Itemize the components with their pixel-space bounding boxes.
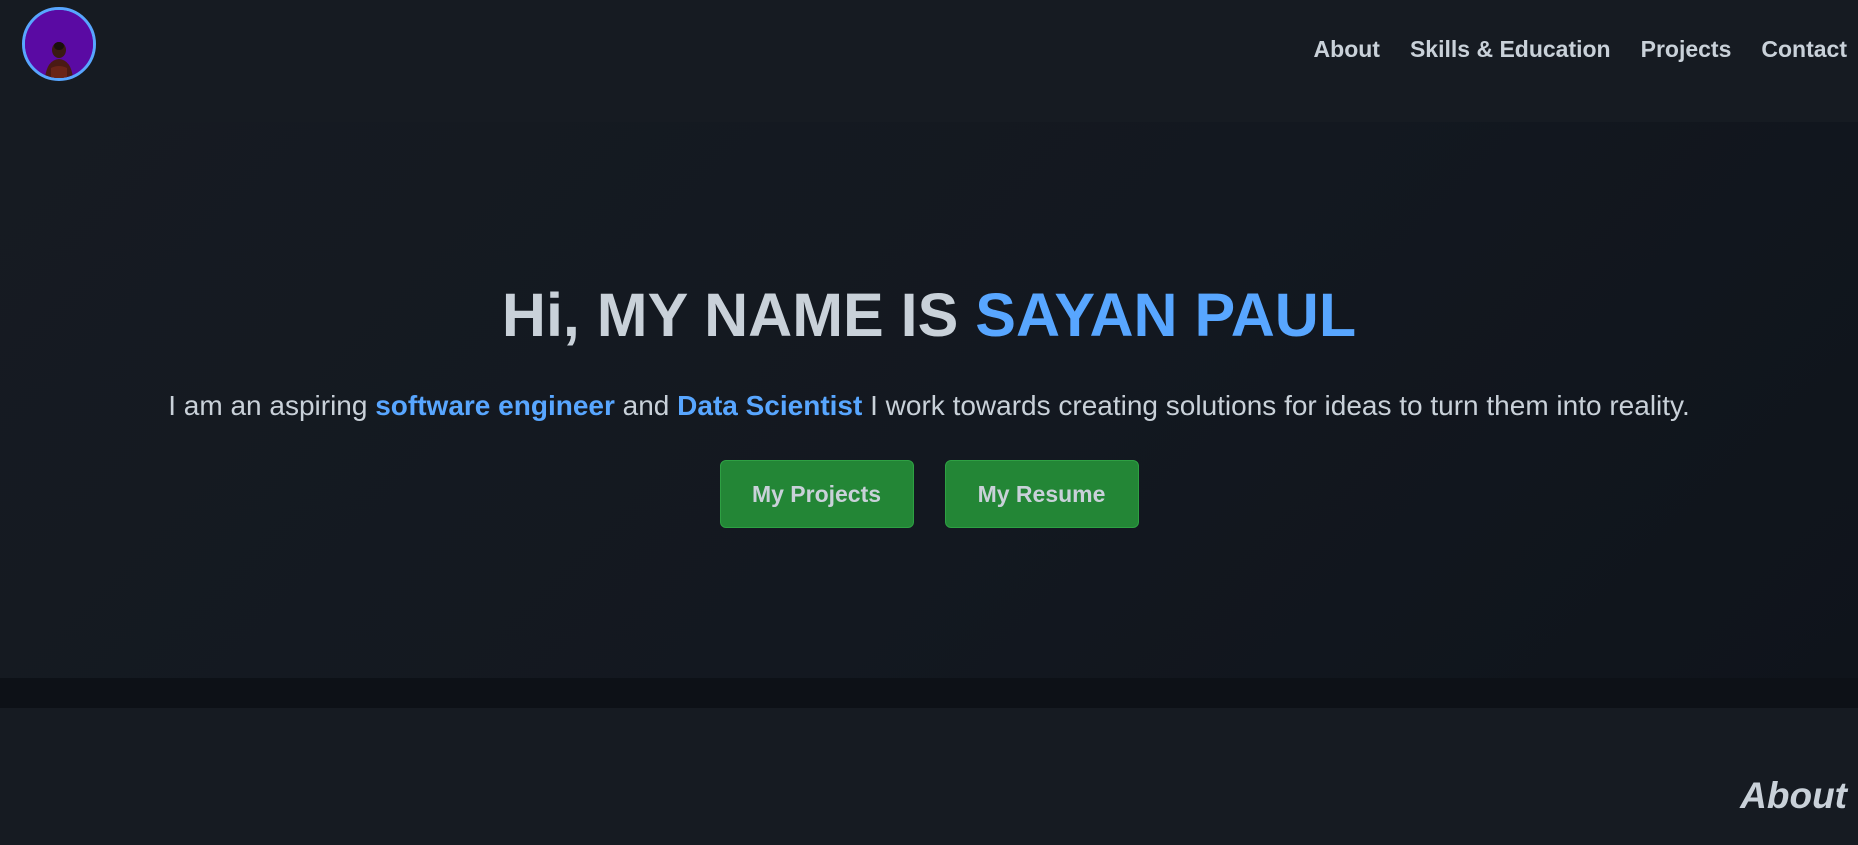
hero-title-prefix: Hi, MY NAME IS: [501, 281, 976, 349]
profile-photo-icon: [25, 10, 93, 78]
my-projects-button[interactable]: My Projects: [719, 460, 914, 528]
hero-title: Hi, MY NAME IS SAYAN PAUL: [0, 285, 1858, 346]
subtitle-part-3: I work towards creating solutions for id…: [862, 390, 1690, 421]
subtitle-part-2: and: [614, 390, 678, 421]
hero-section: Hi, MY NAME IS SAYAN PAUL I am an aspiri…: [0, 122, 1858, 678]
hero-title-name: SAYAN PAUL: [975, 281, 1357, 349]
my-resume-button[interactable]: My Resume: [944, 460, 1139, 528]
profile-avatar[interactable]: [22, 7, 96, 81]
about-section: About: [0, 708, 1858, 845]
nav-item-about[interactable]: About: [1314, 36, 1380, 63]
subtitle-highlight-software-engineer: software engineer: [375, 390, 615, 421]
nav-menu: About Skills & Education Projects Contac…: [1314, 36, 1847, 63]
section-divider: [0, 678, 1858, 708]
nav-item-projects[interactable]: Projects: [1641, 36, 1732, 63]
nav-item-contact[interactable]: Contact: [1761, 36, 1847, 63]
about-heading: About: [1740, 775, 1847, 816]
subtitle-part-1: I am an aspiring: [168, 390, 376, 421]
navbar: About Skills & Education Projects Contac…: [0, 0, 1858, 122]
hero-subtitle: I am an aspiring software engineer and D…: [0, 389, 1858, 423]
subtitle-highlight-data-scientist: Data Scientist: [677, 390, 863, 421]
hero-buttons: My Projects My Resume: [0, 460, 1858, 528]
nav-item-skills-education[interactable]: Skills & Education: [1410, 36, 1611, 63]
